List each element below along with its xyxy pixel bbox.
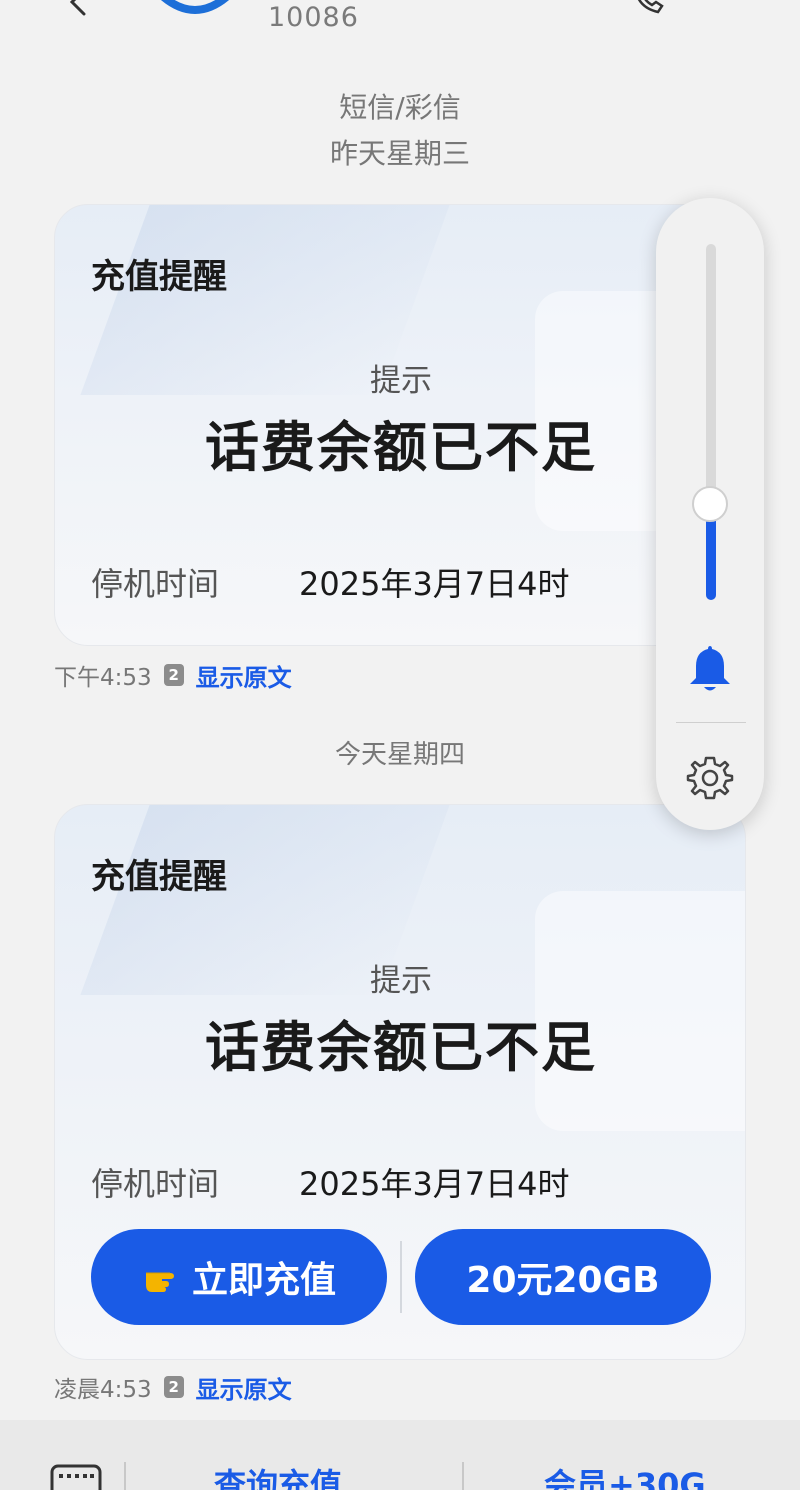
sender-number: 10086 [268,2,359,33]
menu-query-recharge[interactable]: 查询充值 [214,1460,342,1490]
sim-badge: 2 [163,664,184,686]
back-arrow-icon[interactable] [62,0,92,18]
phone-call-icon[interactable] [632,0,666,16]
suspension-time-value: 2025年3月7日4时 [299,1165,570,1203]
card-title: 充值提醒 [91,857,227,897]
more-options-icon[interactable] [724,0,748,14]
menu-divider [462,1462,464,1490]
volume-slider[interactable] [706,244,716,600]
card-hint: 提示 [370,363,432,399]
card-hint: 提示 [370,963,432,999]
card-title: 充值提醒 [91,257,227,297]
pointing-hand-icon [145,1272,174,1292]
message-time: 下午4:53 [54,665,152,691]
keyboard-icon[interactable] [50,1464,102,1490]
data-package-label: 20元20GB [466,1260,660,1301]
data-package-button[interactable]: 20元20GB [415,1229,711,1325]
show-original-link[interactable]: 显示原文 [196,1370,292,1405]
panel-divider [676,722,746,723]
message-card[interactable]: 充值提醒 提示 话费余额已不足 停机时间 2025年3月7日4时 立即充值 20… [54,804,746,1360]
conversation-header: 10086 [0,0,800,40]
message-meta: 下午4:53 2 显示原文 [54,658,292,693]
volume-slider-thumb[interactable] [692,485,728,522]
menu-divider [124,1462,126,1490]
message-type-label: 短信/彩信 [339,91,461,124]
message-time: 凌晨4:53 [54,1377,152,1403]
sim-badge: 2 [163,1376,184,1398]
volume-panel [656,198,764,830]
message-meta: 凌晨4:53 2 显示原文 [54,1370,292,1405]
recharge-now-label: 立即充值 [191,1260,336,1301]
card-headline: 话费余额已不足 [205,1016,597,1079]
card-headline: 话费余额已不足 [205,416,597,479]
date-separator-yesterday: 昨天星期三 [329,137,470,170]
china-mobile-logo [160,0,230,14]
suspension-time-label: 停机时间 [91,1165,220,1203]
menu-member-plus[interactable]: 会员+30G [544,1460,706,1490]
message-card[interactable]: 充值提醒 提示 话费余额已不足 停机时间 2025年3月7日4时 [54,204,746,646]
bell-icon[interactable] [686,642,734,696]
button-divider [400,1241,402,1313]
recharge-now-button[interactable]: 立即充值 [91,1229,387,1325]
show-original-link[interactable]: 显示原文 [196,658,292,693]
suspension-time-value: 2025年3月7日4时 [299,565,570,603]
suspension-time-label: 停机时间 [91,565,220,603]
bottom-menu-bar: 查询充值 会员+30G [0,1420,800,1490]
gear-icon[interactable] [686,754,734,802]
